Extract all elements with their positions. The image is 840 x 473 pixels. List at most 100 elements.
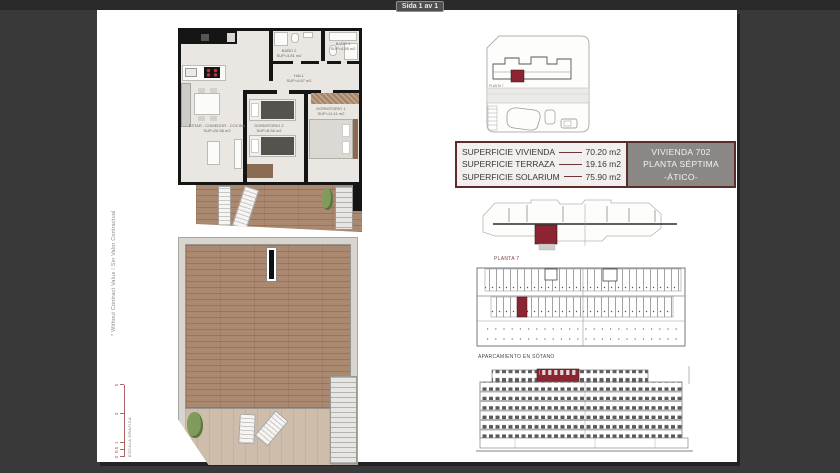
leader-line: [559, 152, 581, 153]
parking-plan-label: APARCAMIENTO EN SÓTANO: [478, 354, 555, 360]
room-area: SUP=4.67 m2: [281, 78, 317, 83]
chair: [198, 88, 205, 93]
surface-label: SUPERFICIE TERRAZA: [462, 159, 555, 169]
parking-plan-drawing: [475, 266, 691, 352]
interior-wall: [321, 31, 325, 61]
bed-pillow: [251, 103, 259, 117]
site-plan-label: PLANTA 7: [489, 84, 504, 88]
toilet: [291, 33, 299, 43]
apartment-floor-plan: ESTAR - COMEDOR - COCINA SUP=26.56 m2 BA…: [178, 28, 362, 185]
dining-table: [194, 93, 220, 115]
room-label-dormitorio1: DORMITORIO 1 SUP=11.41 m2: [308, 106, 354, 116]
scale-tick-label: 0: [114, 456, 119, 459]
graphic-scale: 0 0.5 1 3 5 ESCALA GRÁFICA: [114, 385, 132, 457]
interior-wall: [304, 90, 308, 182]
scale-tick-label: 0.5: [114, 447, 119, 453]
scale-tick: [120, 384, 124, 385]
surface-table-rows: SUPERFICIE VIVIENDA 70.20 m2 SUPERFICIE …: [457, 143, 628, 186]
bed-pillow: [342, 124, 350, 137]
surface-label: SUPERFICIE VIVIENDA: [462, 147, 555, 157]
room-area: SUP=8.56 m2: [247, 128, 291, 133]
plant: [187, 412, 203, 438]
room-area: SUP=3.81 m2: [273, 53, 305, 58]
vanity: [329, 32, 357, 41]
scale-tick: [120, 456, 124, 457]
surface-value: 70.20 m2: [586, 147, 621, 157]
room-label-estar: ESTAR - COMEDOR - COCINA SUP=26.56 m2: [188, 123, 246, 133]
highlighted-parking-space: [517, 297, 527, 317]
site-plan-drawing: PLANTA 7: [477, 26, 599, 142]
bed-blanket: [261, 137, 294, 155]
room-area: SUP=4.65 m2: [327, 46, 359, 51]
double-bed: [309, 119, 353, 159]
surface-table: SUPERFICIE VIVIENDA 70.20 m2 SUPERFICIE …: [455, 141, 736, 188]
solarium: [178, 237, 358, 465]
basin: [303, 32, 313, 38]
kitchen-appliance: [201, 34, 209, 41]
surface-value: 19.16 m2: [586, 159, 621, 169]
sun-lounger: [238, 414, 256, 445]
scale-tick: [120, 442, 124, 443]
viewer-canvas[interactable]: Sida 1 av 1 * Without Contract Value / S…: [0, 0, 840, 473]
terrace-stairs: [335, 186, 353, 230]
bed-pillow: [251, 139, 259, 153]
bed-pillow: [342, 141, 350, 154]
leader-line: [564, 176, 582, 177]
kitchen-appliance: [227, 33, 235, 42]
headboard: [353, 119, 358, 159]
scale-tick: [120, 413, 124, 414]
highlighted-unit: [511, 70, 524, 82]
scale-tick-label: 1: [114, 441, 119, 444]
room-label-dormitorio2: DORMITORIO 2 SUP=8.56 m2: [247, 123, 291, 133]
surface-row-terraza: SUPERFICIE TERRAZA 19.16 m2: [462, 159, 621, 169]
interior-wall: [301, 61, 319, 64]
interior-wall: [245, 90, 277, 94]
scale-tick-label: 3: [114, 413, 119, 416]
sun-lounger: [232, 186, 259, 231]
chair: [210, 88, 217, 93]
wardrobe: [311, 93, 359, 104]
scale-ruler: 0 0.5 1 3 5: [114, 385, 125, 457]
unit-number: VIVIENDA 702: [628, 146, 734, 158]
tv-unit: [207, 141, 220, 165]
surface-row-vivienda: SUPERFICIE VIVIENDA 70.20 m2: [462, 147, 621, 157]
solarium-stairs: [330, 376, 357, 464]
surface-row-solarium: SUPERFICIE SOLARIUM 75.90 m2: [462, 172, 621, 182]
chair: [198, 116, 205, 121]
surface-label: SUPERFICIE SOLARIUM: [462, 172, 560, 182]
terrace-wall: [353, 185, 362, 211]
shower: [274, 32, 288, 46]
room-label-bano1: BAÑO 1 SUP=4.65 m2: [327, 41, 359, 51]
floor-level-plan-drawing: [479, 196, 691, 254]
page-indicator: Sida 1 av 1: [396, 1, 444, 12]
interior-wall: [273, 61, 293, 64]
surface-value: 75.90 m2: [586, 172, 621, 182]
unit-identity-box: VIVIENDA 702 PLANTA SÉPTIMA -ÁTICO-: [628, 143, 734, 186]
scale-tick: [120, 449, 124, 450]
single-bed: [249, 99, 296, 121]
interior-wall: [347, 61, 359, 64]
interior-wall: [327, 61, 341, 64]
plant: [322, 188, 333, 210]
wardrobe: [247, 164, 273, 178]
cooktop: [204, 67, 220, 78]
unit-floor: PLANTA SÉPTIMA: [628, 158, 734, 170]
terrace: [196, 185, 362, 232]
scale-tick-label: 5: [114, 384, 119, 387]
room-label-bano2: BAÑO 2 SUP=3.81 m2: [273, 48, 305, 58]
document-page: * Without Contract Value / Sin Valor Con…: [97, 10, 737, 462]
bed-blanket: [261, 101, 294, 119]
skylight: [267, 248, 276, 281]
room-label-hall: HALL SUP=4.67 m2: [281, 73, 317, 83]
sun-lounger: [218, 186, 231, 226]
single-bed: [249, 135, 296, 157]
floor-level-plan-label: PLANTA 7: [494, 256, 519, 262]
unit-type: -ÁTICO-: [628, 171, 734, 183]
kitchen-sink: [185, 68, 197, 77]
scale-caption: ESCALA GRÁFICA: [127, 385, 132, 457]
highlighted-unit: [535, 225, 557, 244]
building-elevation-drawing: [475, 366, 695, 458]
room-area: SUP=26.56 m2: [188, 128, 246, 133]
leader-line: [559, 164, 582, 165]
contract-disclaimer-note: * Without Contract Value / Sin Valor Con…: [111, 184, 117, 336]
